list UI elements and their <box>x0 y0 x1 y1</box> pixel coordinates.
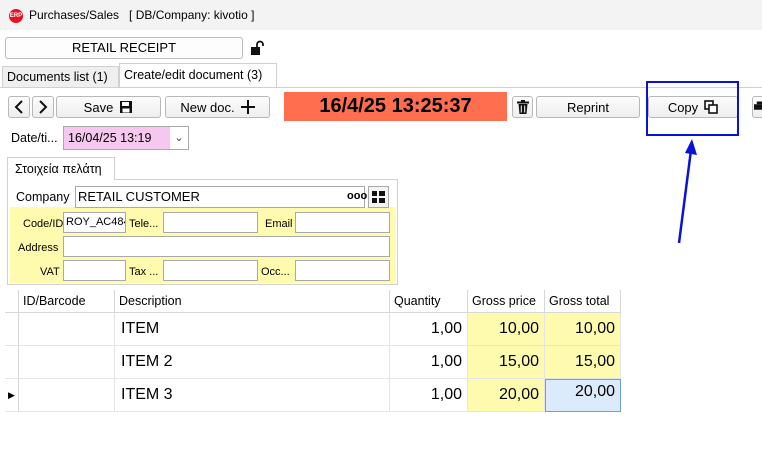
more-options-icon[interactable]: ooo <box>347 186 367 206</box>
trash-icon <box>516 100 529 114</box>
date-time-label: Date/ti... <box>11 131 58 145</box>
cell-gross-price[interactable]: 15,00 <box>468 346 545 379</box>
column-header-gross-price[interactable]: Gross price <box>468 290 545 313</box>
cell-id[interactable] <box>19 346 115 379</box>
company-label: Company <box>16 190 70 204</box>
cell-description[interactable]: ITEM 2 <box>115 346 390 379</box>
code-id-label: Code/ID <box>23 218 64 230</box>
column-header-description[interactable]: Description <box>115 290 390 313</box>
highlight-box <box>646 81 739 136</box>
company-field[interactable]: RETAIL CUSTOMER <box>75 186 365 208</box>
grid-lookup-button[interactable] <box>368 186 389 208</box>
printer-icon <box>754 101 762 110</box>
cell-gross-total[interactable]: 10,00 <box>545 313 621 346</box>
chevron-down-icon[interactable]: ⌄ <box>170 127 188 149</box>
occupation-label: Occ... <box>261 266 290 278</box>
items-grid: ID/Barcode Description Quantity Gross pr… <box>5 290 762 450</box>
grid-corner <box>5 290 19 313</box>
floppy-disk-icon <box>120 101 133 113</box>
row-indicator[interactable] <box>5 313 19 346</box>
cell-gross-total-selected[interactable]: 20,00 <box>545 379 621 412</box>
tab-create-edit-document[interactable]: Create/edit document (3) <box>119 63 277 88</box>
current-datetime-display: 16/4/25 13:25:37 <box>284 92 507 121</box>
column-header-quantity[interactable]: Quantity <box>390 290 468 313</box>
annotation-arrow-icon <box>677 139 697 244</box>
save-label: Save <box>83 99 114 115</box>
window-title: Purchases/Sales [ DB/Company: kivotio ] <box>29 8 255 22</box>
date-time-value: 16/04/25 13:19 <box>68 131 152 145</box>
occupation-field[interactable] <box>295 260 390 281</box>
cell-gross-price[interactable]: 10,00 <box>468 313 545 346</box>
cell-quantity[interactable]: 1,00 <box>390 313 468 346</box>
previous-button[interactable] <box>8 96 30 118</box>
vat-label: VAT <box>40 266 60 278</box>
cell-quantity[interactable]: 1,00 <box>390 379 468 412</box>
telephone-field[interactable] <box>163 212 258 233</box>
address-field[interactable] <box>63 236 390 257</box>
cell-id[interactable] <box>19 313 115 346</box>
tab-documents-list[interactable]: Documents list (1) <box>2 66 119 88</box>
tab-customer-details[interactable]: Στοιχεία πελάτη <box>7 157 115 180</box>
row-indicator[interactable] <box>5 346 19 379</box>
email-label: Email <box>265 218 293 230</box>
new-doc-label: New doc. <box>180 99 235 115</box>
save-button[interactable]: Save <box>56 96 161 118</box>
vat-field[interactable] <box>63 260 126 281</box>
date-time-field[interactable]: 16/04/25 13:19 ⌄ <box>63 126 189 150</box>
app-logo-icon: ERP <box>9 9 23 23</box>
cell-gross-total[interactable]: 15,00 <box>545 346 621 379</box>
grid-icon <box>372 191 385 203</box>
cell-id[interactable] <box>19 379 115 412</box>
chevron-right-icon <box>39 100 48 114</box>
unlock-icon[interactable] <box>249 40 265 56</box>
reprint-button[interactable]: Reprint <box>536 96 640 118</box>
telephone-label: Tele... <box>129 218 159 230</box>
address-label: Address <box>18 242 59 254</box>
document-type-selector[interactable]: RETAIL RECEIPT <box>5 37 243 59</box>
cell-gross-price[interactable]: 20,00 <box>468 379 545 412</box>
email-field[interactable] <box>295 212 390 233</box>
tax-office-field[interactable] <box>163 260 258 281</box>
next-button[interactable] <box>32 96 54 118</box>
cell-description[interactable]: ITEM 3 <box>115 379 390 412</box>
print-button[interactable] <box>752 96 762 118</box>
new-document-button[interactable]: New doc. <box>165 96 270 118</box>
column-header-id[interactable]: ID/Barcode <box>19 290 115 313</box>
chevron-left-icon <box>14 100 23 114</box>
cell-quantity[interactable]: 1,00 <box>390 346 468 379</box>
column-header-gross-total[interactable]: Gross total <box>545 290 621 313</box>
code-id-field[interactable]: ROY_AC484 <box>63 212 126 233</box>
cell-description[interactable]: ITEM <box>115 313 390 346</box>
tax-office-label: Tax ... <box>129 266 159 278</box>
delete-button[interactable] <box>512 96 533 118</box>
plus-icon <box>240 100 255 114</box>
current-row-marker-icon[interactable]: ▶ <box>5 379 19 412</box>
